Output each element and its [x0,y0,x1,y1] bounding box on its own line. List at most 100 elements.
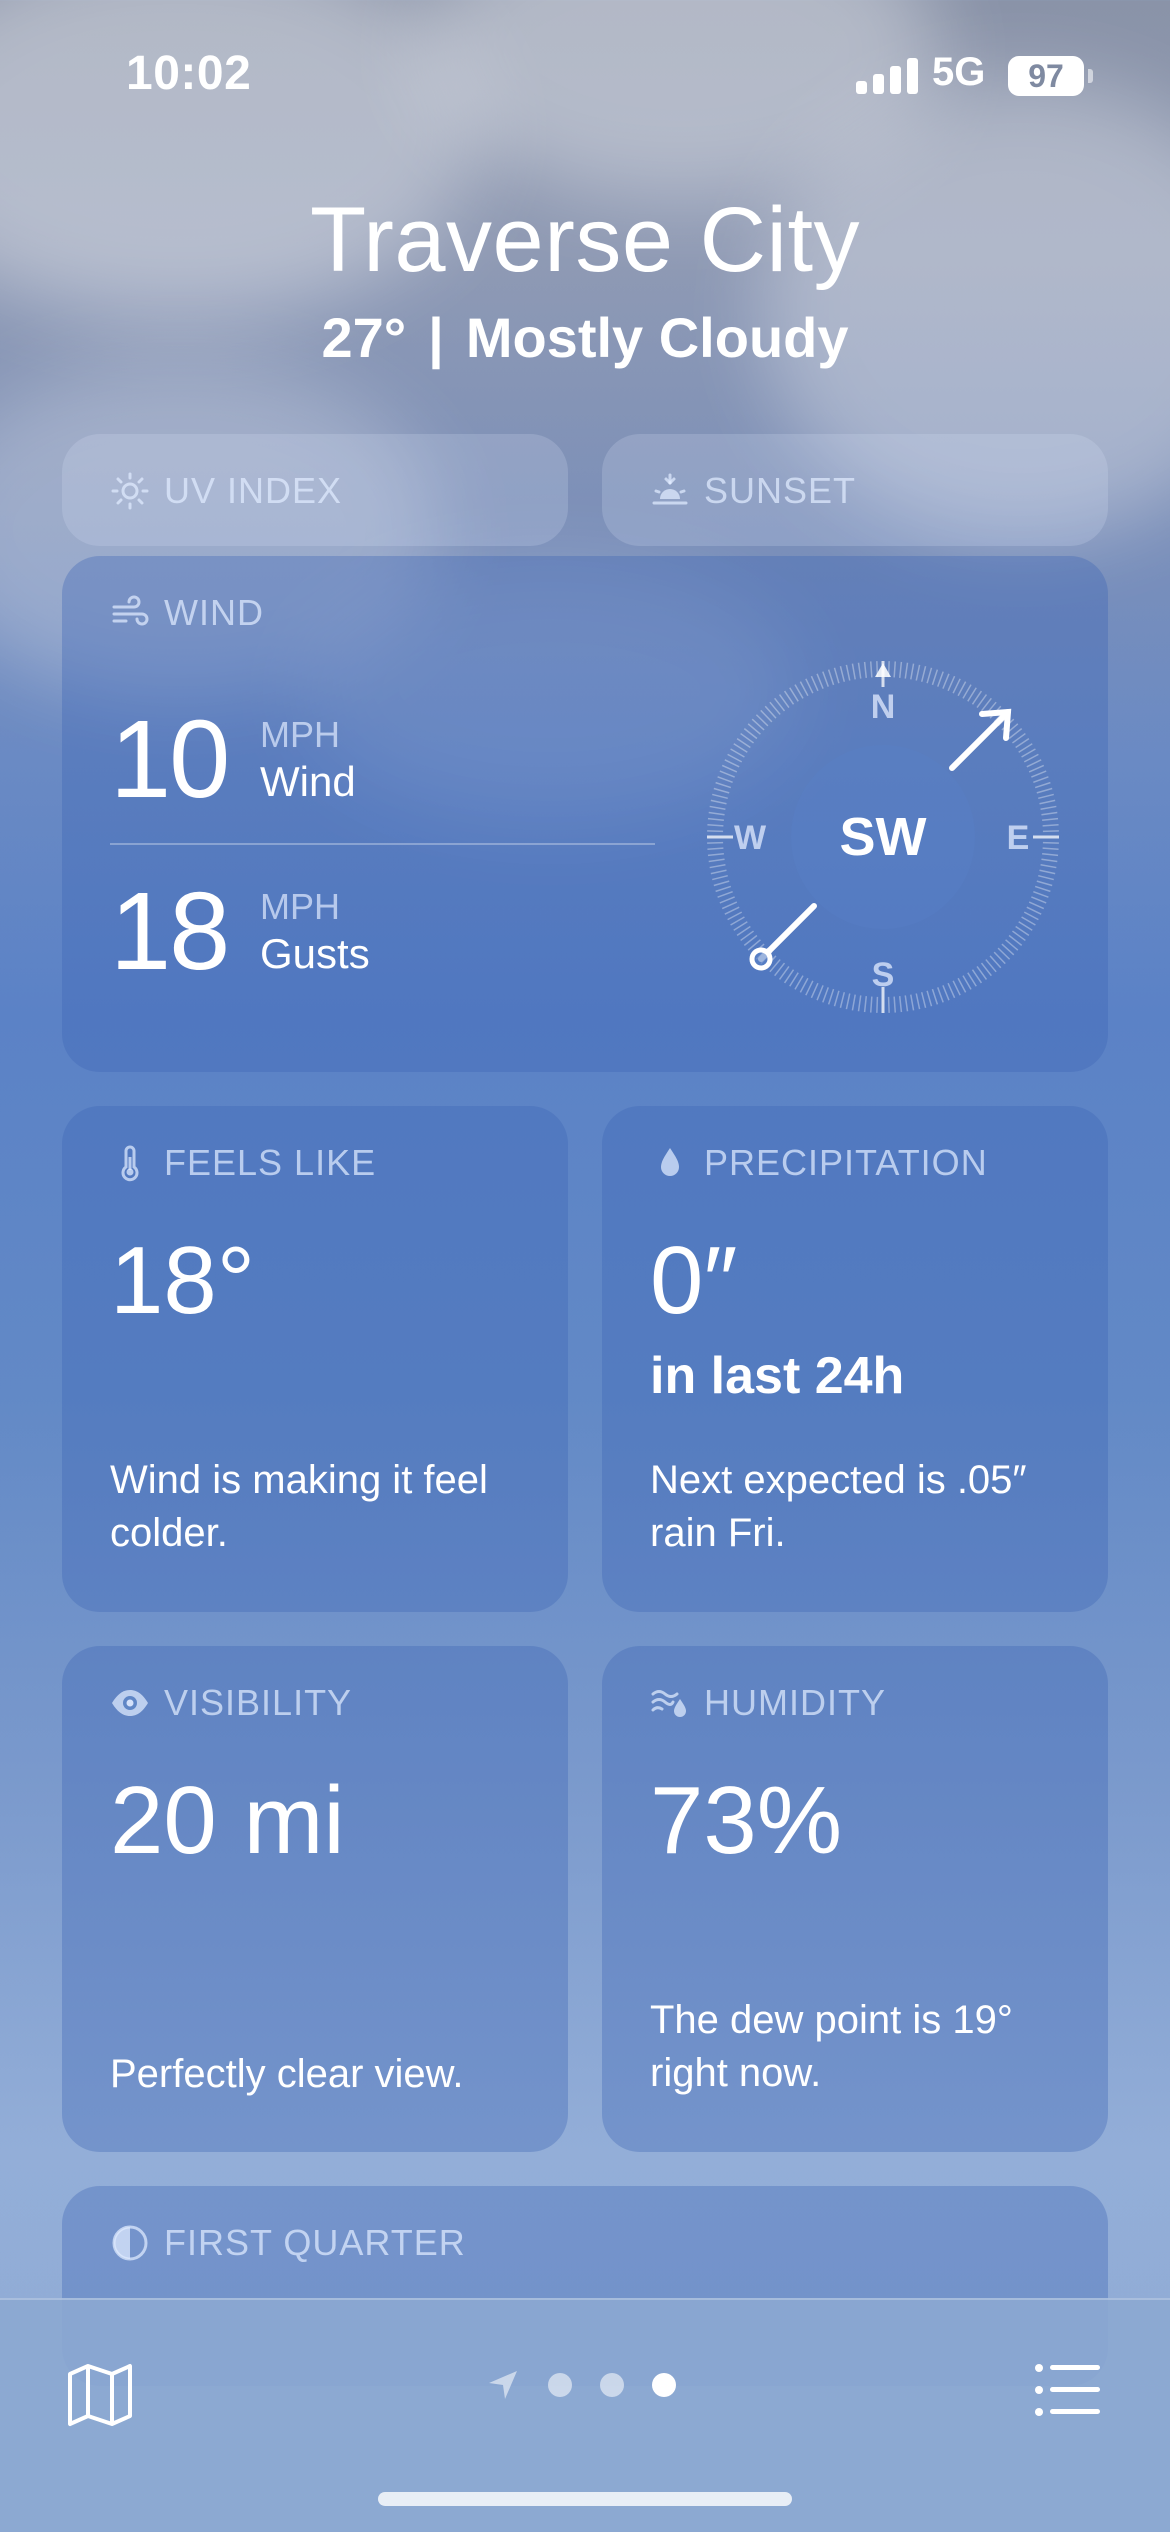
home-indicator[interactable] [378,2492,792,2506]
compass-tick [893,996,897,1013]
compass-tick [709,805,726,810]
compass-tick [794,684,804,699]
compass-tick [712,874,728,881]
precipitation-tile[interactable]: PRECIPITATION 0″ in last 24h Next expect… [602,1106,1108,1612]
page-dot [600,2373,624,2397]
wind-direction: SW [840,807,927,867]
network-type: 5G [932,50,986,94]
compass-tick [1042,817,1059,822]
compass-west: W [734,819,767,857]
compass-tick [937,671,944,687]
current-summary: 27° | Mostly Cloudy [0,305,1170,370]
compass-tick [910,663,915,680]
visibility-header: VISIBILITY [110,1682,352,1724]
compass-tick [724,759,740,768]
city-name: Traverse City [309,189,861,291]
compass-tick [719,896,735,904]
compass-tick [1026,906,1042,915]
compass-tick [869,996,873,1013]
compass-tick [827,669,835,686]
compass-tick [727,911,743,921]
wind-speed-value: 10 [110,698,230,821]
wind-speed-meta: MPH Wind [260,714,356,806]
compass-tick [707,841,724,844]
status-bar: 10:02 5G 97 [0,0,1170,150]
compass-tick [1033,891,1049,898]
compass-tick [952,980,961,996]
compass-tick [1039,869,1056,875]
compass-tick [857,662,862,679]
compass-tick [942,985,950,1001]
map-icon[interactable] [66,2360,134,2428]
compass-tick [713,880,730,887]
uv-index-tile[interactable]: UV INDEX [62,434,568,546]
compass-tick [1028,901,1045,910]
wind-compass: N E S W SW [707,661,1059,1013]
compass-tick [713,787,730,794]
compass-tick [863,996,868,1013]
visibility-tile[interactable]: VISIBILITY 20 mi Perfectly clear view. [62,1646,568,2152]
compass-tick [1028,764,1045,773]
wind-tile[interactable]: WIND 10 MPH Wind 18 MPH Gusts N E S W SW [62,556,1108,1072]
compass-tick [839,992,846,1008]
wind-divider [110,843,655,845]
compass-tick [962,975,972,990]
sunset-tile[interactable]: SUNSET [602,434,1108,546]
compass-tick [833,990,840,1007]
compass-tick [1038,793,1054,800]
compass-tick [857,995,862,1012]
compass-tick [712,793,728,800]
page-indicator[interactable] [486,2368,676,2402]
compass-tick [730,916,745,926]
location-arrow-icon [489,2371,517,2399]
compass-south: S [872,956,895,994]
compass-tick [920,666,927,682]
compass-tick [1038,874,1054,881]
wind-icon [112,595,149,626]
visibility-title: VISIBILITY [164,1682,353,1723]
wind-title: WIND [164,592,264,633]
battery-cap [1088,69,1093,83]
compass-tick [904,995,909,1012]
compass-tick [816,985,824,1001]
compass-tick [1023,911,1039,921]
wind-arrow-tail [749,947,773,971]
cellular-signal-icon [856,58,918,94]
feels-like-tile[interactable]: FEELS LIKE 18° Wind is making it feel co… [62,1106,568,1612]
feels-like-header: FEELS LIKE [110,1142,376,1184]
compass-tick [810,982,819,999]
compass-tick [1034,885,1051,893]
humidity-value: 73% [650,1767,843,1874]
uv-index-title: UV INDEX [164,470,343,511]
sunset-header: SUNSET [650,470,856,512]
list-icon[interactable] [1034,2362,1102,2418]
compass-tick [957,681,967,697]
compass-tick [910,994,915,1011]
compass-tick [1042,823,1059,827]
precipitation-header: PRECIPITATION [650,1142,988,1184]
wind-speed-row: 10 MPH Wind [110,696,356,823]
humidity-tile[interactable]: HUMIDITY 73% The dew point is 19° right … [602,1646,1108,2152]
compass-tick [851,663,856,680]
feels-like-description: Wind is making it feel colder. [110,1458,488,1555]
compass-tick [947,675,956,692]
compass-tick [730,748,745,758]
wind-speed-unit: MPH [260,713,340,755]
compass-tick [931,669,939,686]
current-temperature: 27° [321,306,407,369]
page-dot [548,2373,572,2397]
feels-like-value: 18° [110,1227,256,1334]
compass-tick [717,891,733,898]
compass-tick [893,661,897,678]
compass-tick [1042,852,1059,857]
compass-tick [904,662,909,679]
compass-east: E [1007,819,1030,857]
wind-speed-label: Wind [260,757,356,805]
compass-tick [708,858,725,863]
compass-tick [717,776,733,783]
compass-tick [724,906,740,915]
compass-tick [942,673,950,689]
moon-phase-header: FIRST QUARTER [110,2222,466,2264]
wind-gusts-label: Gusts [260,929,370,977]
compass-tick [845,993,851,1010]
